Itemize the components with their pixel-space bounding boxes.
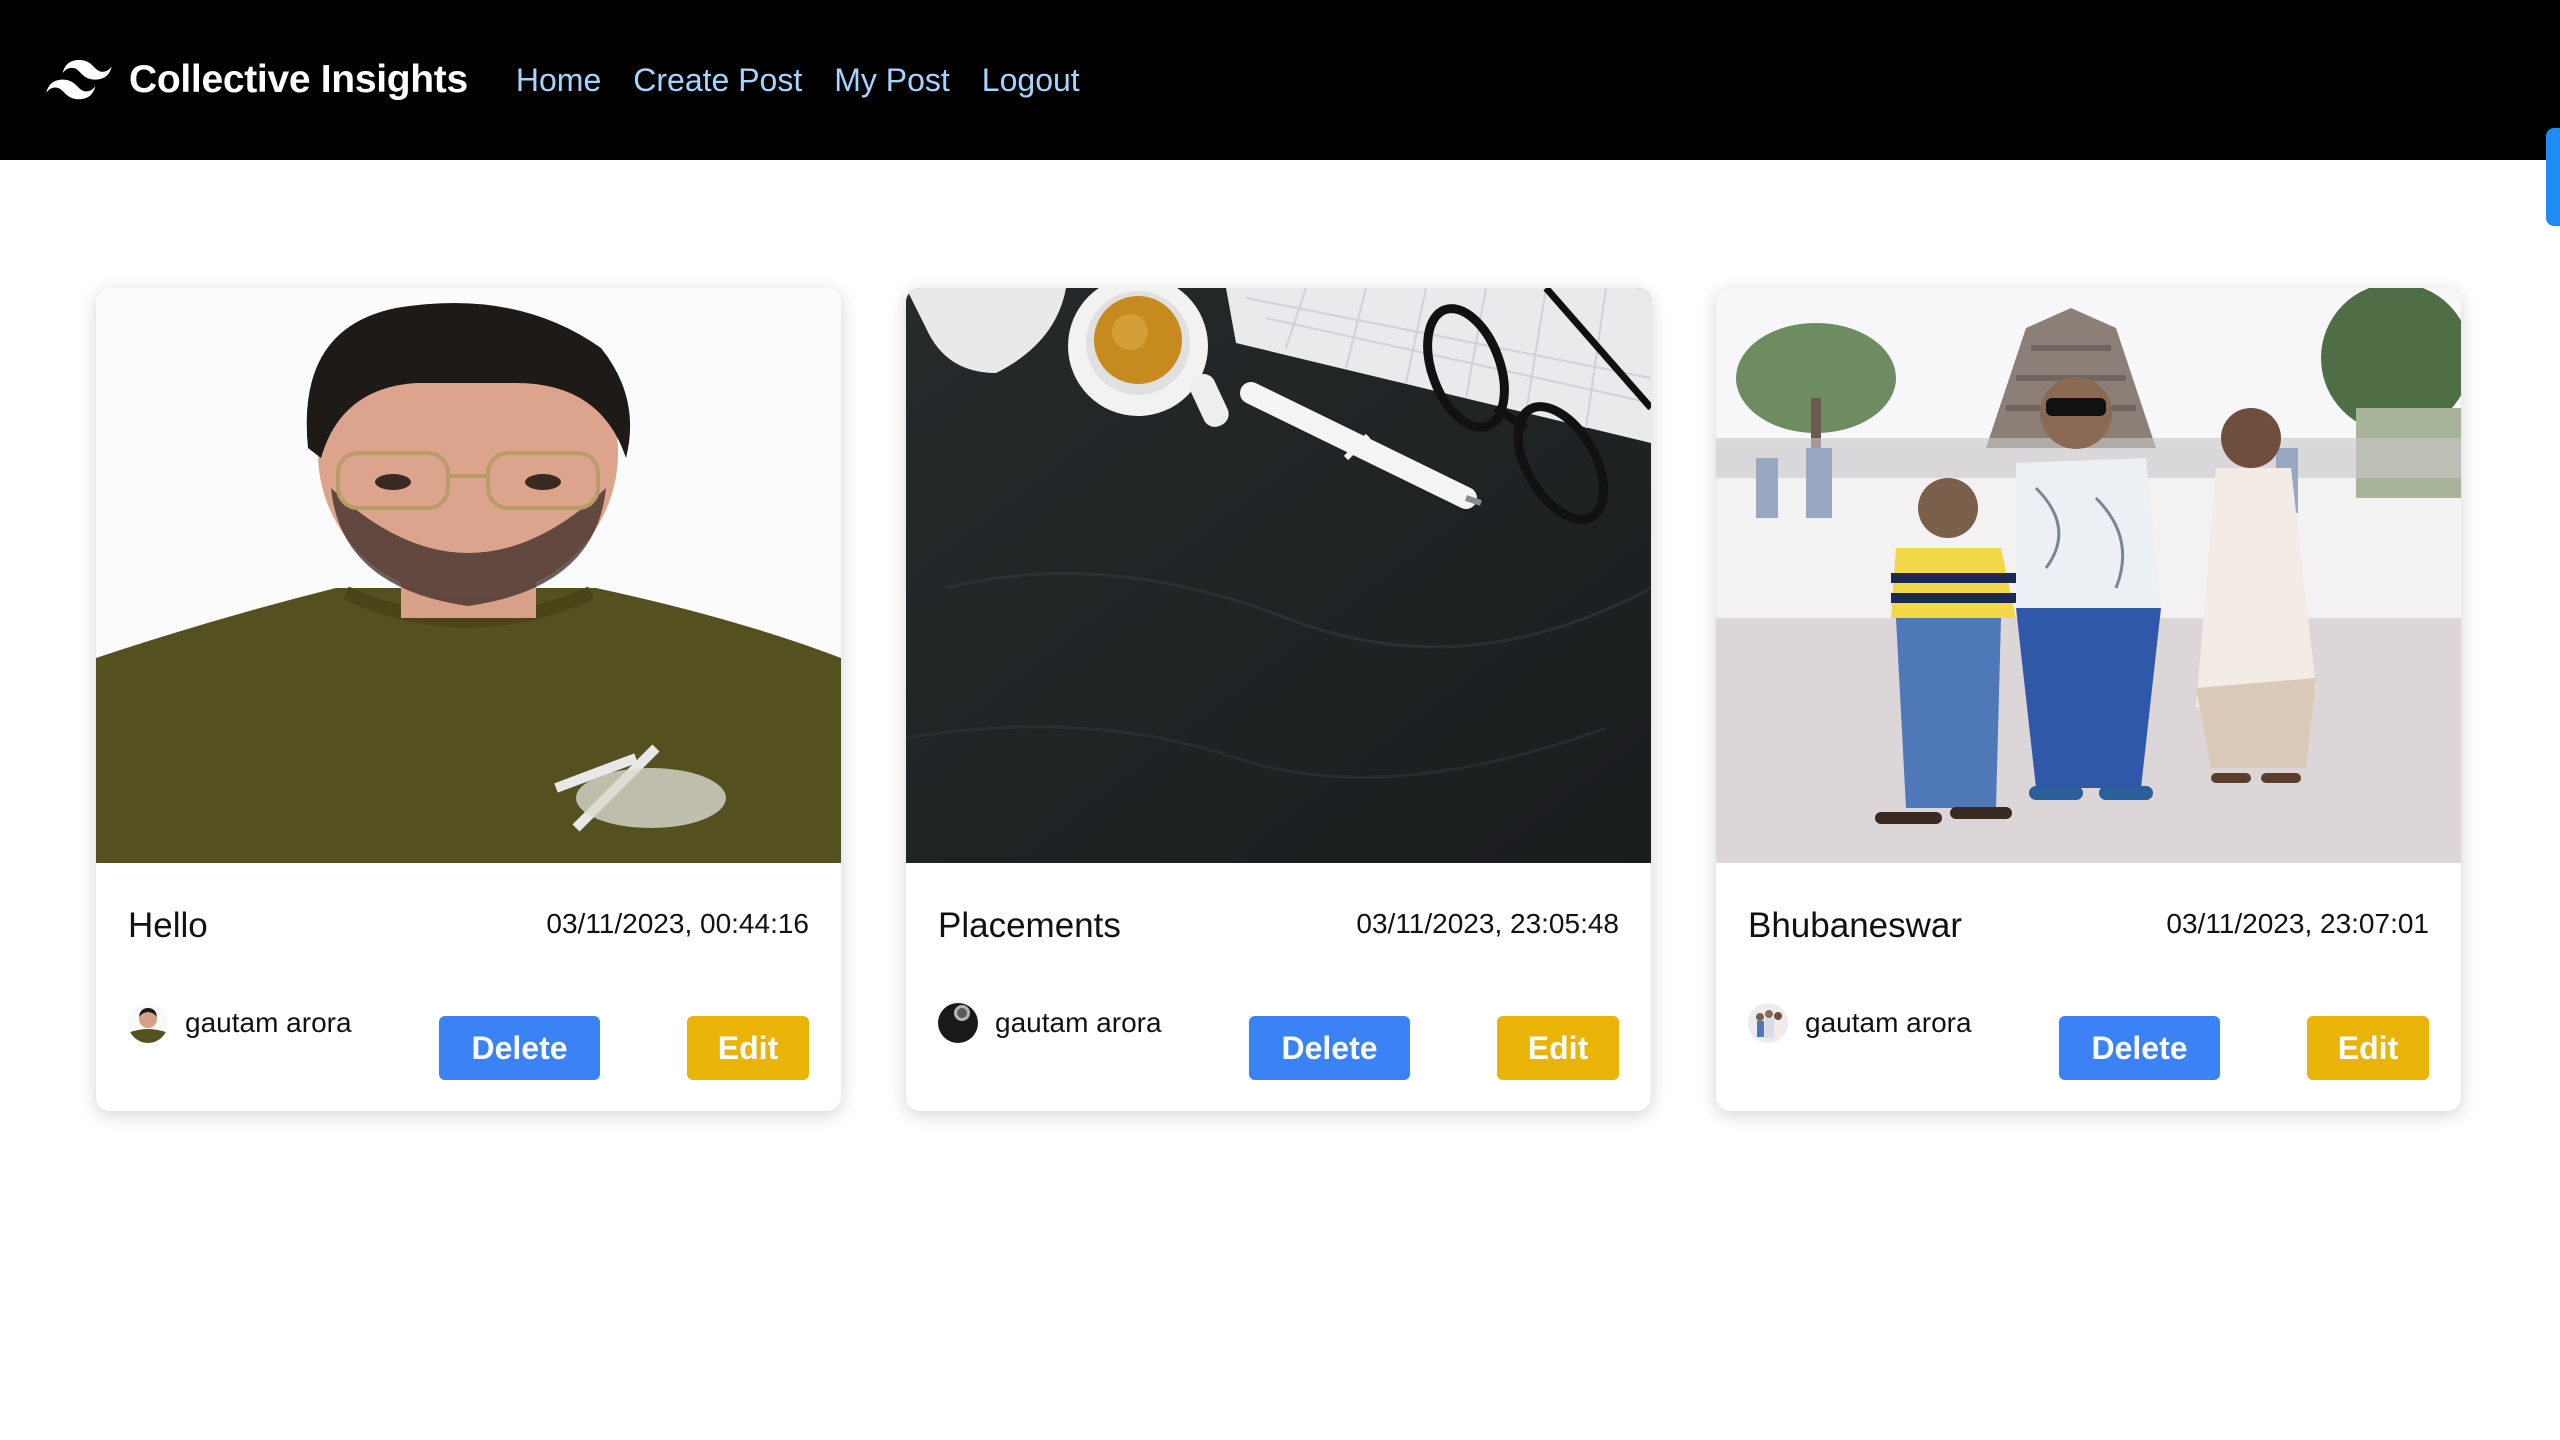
avatar bbox=[938, 1003, 978, 1043]
tailwind-wave-icon bbox=[46, 60, 112, 100]
post-card: Placements 03/11/2023, 23:05:48 gautam a… bbox=[906, 288, 1651, 1111]
post-card-list: Hello 03/11/2023, 00:44:16 gautam arora … bbox=[96, 288, 2461, 1111]
post-date: 03/11/2023, 00:44:16 bbox=[546, 908, 809, 939]
navbar: Collective Insights Home Create Post My … bbox=[0, 0, 2560, 160]
post-title: Bhubaneswar bbox=[1748, 906, 1963, 945]
post-card: Hello 03/11/2023, 00:44:16 gautam arora … bbox=[96, 288, 841, 1111]
post-image bbox=[1716, 288, 2461, 863]
edit-button[interactable]: Edit bbox=[687, 1016, 809, 1080]
edit-button[interactable]: Edit bbox=[1497, 1016, 1619, 1080]
post-author: gautam arora bbox=[1748, 1003, 1972, 1043]
post-date: 03/11/2023, 23:05:48 bbox=[1356, 908, 1619, 939]
post-title: Hello bbox=[128, 906, 208, 945]
post-title: Placements bbox=[938, 906, 1121, 945]
post-author: gautam arora bbox=[128, 1003, 352, 1043]
brand-name: Collective Insights bbox=[129, 58, 468, 101]
nav-home-link[interactable]: Home bbox=[516, 62, 601, 99]
nav-create-post-link[interactable]: Create Post bbox=[633, 62, 802, 99]
post-date: 03/11/2023, 23:07:01 bbox=[2166, 908, 2429, 939]
avatar bbox=[1748, 1003, 1788, 1043]
desk-coffee-keyboard-photo-icon bbox=[906, 288, 1651, 863]
delete-button[interactable]: Delete bbox=[1249, 1016, 1410, 1080]
post-card: Bhubaneswar 03/11/2023, 23:07:01 gautam … bbox=[1716, 288, 2461, 1111]
nav-links: Home Create Post My Post Logout bbox=[516, 62, 1112, 99]
delete-button[interactable]: Delete bbox=[439, 1016, 600, 1080]
delete-button[interactable]: Delete bbox=[2059, 1016, 2220, 1080]
nav-my-post-link[interactable]: My Post bbox=[834, 62, 950, 99]
post-author: gautam arora bbox=[938, 1003, 1162, 1043]
author-name: gautam arora bbox=[995, 1007, 1162, 1038]
author-name: gautam arora bbox=[185, 1007, 352, 1038]
temple-family-photo-icon bbox=[1716, 288, 2461, 863]
post-image bbox=[906, 288, 1651, 863]
side-scroll-tab[interactable] bbox=[2546, 128, 2560, 226]
brand[interactable]: Collective Insights bbox=[46, 58, 468, 102]
portrait-photo-icon bbox=[96, 288, 841, 863]
edit-button[interactable]: Edit bbox=[2307, 1016, 2429, 1080]
author-name: gautam arora bbox=[1805, 1007, 1972, 1038]
post-image bbox=[96, 288, 841, 863]
avatar bbox=[128, 1003, 168, 1043]
nav-logout-link[interactable]: Logout bbox=[982, 62, 1080, 99]
